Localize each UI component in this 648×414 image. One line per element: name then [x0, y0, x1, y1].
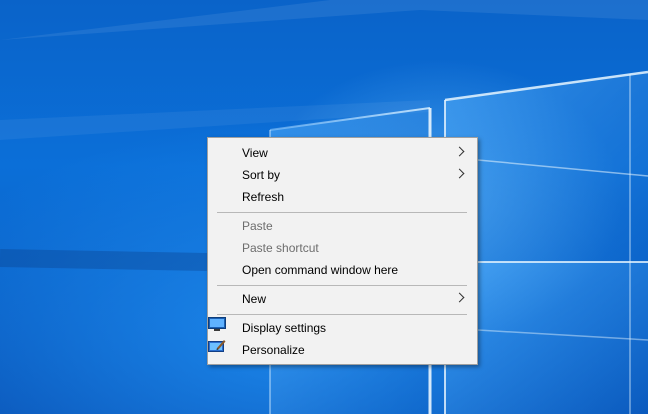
- menu-item-label: View: [242, 146, 268, 160]
- chevron-right-icon: [454, 146, 465, 157]
- menu-item-label: New: [242, 292, 267, 306]
- menu-item-label: Open command window here: [242, 263, 399, 277]
- menu-item-new[interactable]: New: [208, 288, 477, 310]
- chevron-right-icon: [454, 292, 465, 303]
- personalize-icon: [208, 340, 226, 352]
- menu-separator: [217, 285, 467, 286]
- menu-item-label: Refresh: [242, 190, 285, 204]
- menu-item-paste-shortcut[interactable]: Paste shortcut: [208, 237, 477, 259]
- menu-item-sort-by[interactable]: Sort by: [208, 164, 477, 186]
- menu-item-open-command-window[interactable]: Open command window here: [208, 259, 477, 281]
- menu-separator: [217, 212, 467, 213]
- menu-item-refresh[interactable]: Refresh: [208, 186, 477, 208]
- menu-item-label: Paste: [242, 219, 273, 233]
- display-icon: [208, 317, 226, 331]
- menu-separator: [217, 314, 467, 315]
- desktop-background[interactable]: View Sort by Refresh Paste Paste shortcu…: [0, 0, 648, 414]
- menu-item-display-settings[interactable]: Display settings: [208, 317, 477, 339]
- menu-item-view[interactable]: View: [208, 142, 477, 164]
- menu-item-label: Sort by: [242, 168, 281, 182]
- menu-item-label: Personalize: [242, 343, 305, 357]
- chevron-right-icon: [454, 168, 465, 179]
- menu-item-paste[interactable]: Paste: [208, 215, 477, 237]
- menu-item-personalize[interactable]: Personalize: [208, 339, 477, 361]
- menu-item-label: Display settings: [242, 321, 327, 335]
- desktop-context-menu: View Sort by Refresh Paste Paste shortcu…: [207, 137, 478, 365]
- menu-item-label: Paste shortcut: [242, 241, 319, 255]
